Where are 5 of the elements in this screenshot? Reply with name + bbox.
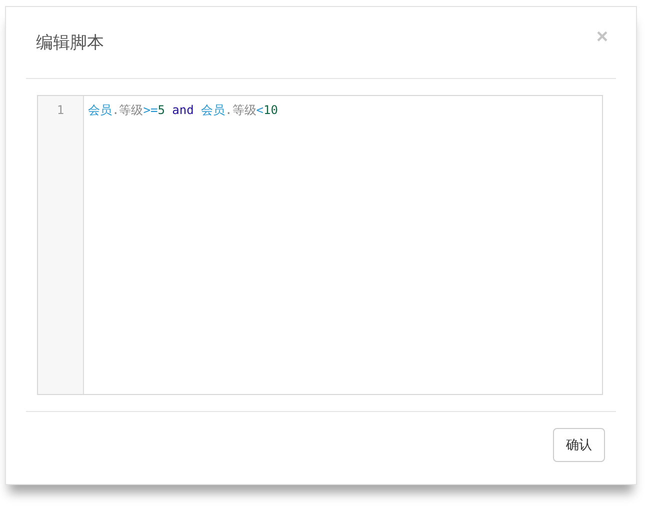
- code-line: 会员.等级>=5 and 会员.等级<10: [88, 102, 278, 119]
- line-number: 1: [56, 102, 66, 119]
- code-editor[interactable]: 1 会员.等级>=5 and 会员.等级<10: [37, 95, 603, 395]
- dialog-title: 编辑脚本: [36, 32, 104, 54]
- confirm-button[interactable]: 确认: [553, 428, 605, 462]
